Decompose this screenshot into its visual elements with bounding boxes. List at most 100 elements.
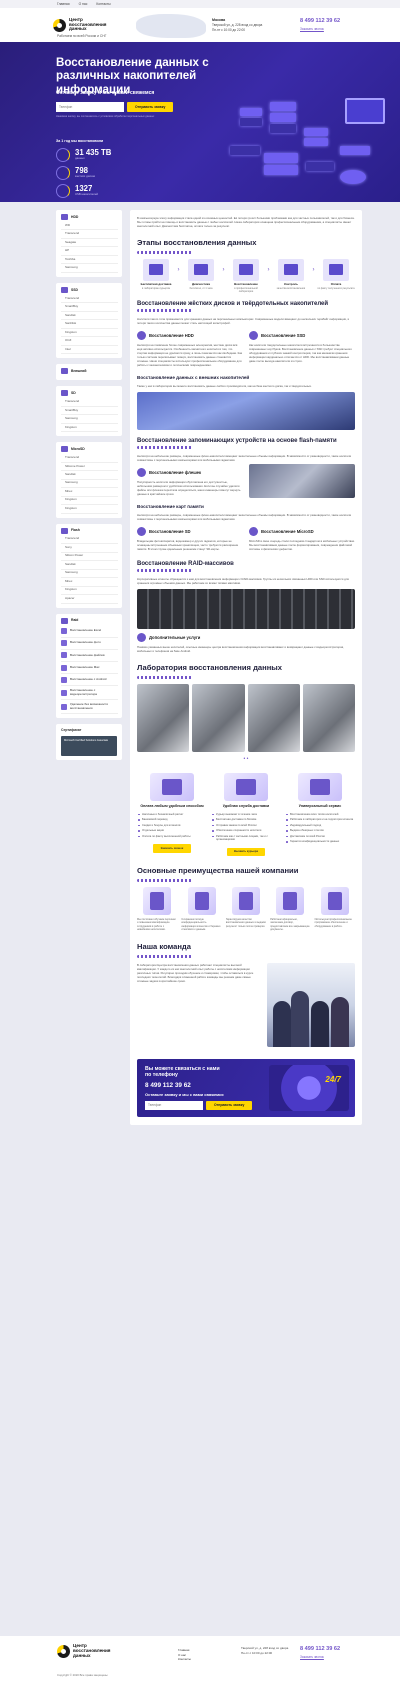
sidebar-item[interactable]: Silicon Power xyxy=(61,553,118,562)
sd-card-icon xyxy=(61,390,68,397)
sidebar-item[interactable]: Silicone Power xyxy=(61,463,118,472)
gallery-dots[interactable]: • • xyxy=(137,756,355,763)
sidebar-item[interactable]: HP xyxy=(61,247,118,256)
top-link-about[interactable]: О нас xyxy=(79,2,88,6)
sidebar-link[interactable]: Восстановление файлов xyxy=(61,650,118,663)
sidebar-item[interactable]: Apacer xyxy=(61,595,118,604)
arrow-right-icon: › xyxy=(267,267,270,273)
sidebar-head-label: SD xyxy=(71,391,76,396)
cta-submit-button[interactable]: Отправить заявку xyxy=(206,1100,253,1110)
cta-phone-input[interactable] xyxy=(145,1100,203,1110)
sidebar-item[interactable]: Kingston xyxy=(61,505,118,514)
sidebar-item[interactable]: Toshiba xyxy=(61,256,118,265)
hero-submit-button[interactable]: Отправить заявку xyxy=(127,102,174,112)
sidebar-head[interactable]: SD xyxy=(61,390,118,397)
sidebar-item[interactable]: Sandisk xyxy=(61,471,118,480)
callback-link[interactable]: Заказать звонок xyxy=(300,27,340,31)
sidebar-head[interactable]: Flash xyxy=(61,527,118,534)
arrow-right-icon: › xyxy=(222,267,225,273)
sidebar-item[interactable]: Sony xyxy=(61,544,118,553)
sidebar-link[interactable]: Восстановление с видеорегистратора xyxy=(61,686,118,701)
sidebar-item[interactable]: Samsung xyxy=(61,480,118,489)
footer-phone[interactable]: 8 499 112 39 62 xyxy=(300,1646,340,1653)
lab-photo[interactable] xyxy=(302,684,355,753)
sidebar-item[interactable]: Samsung xyxy=(61,264,118,273)
logo[interactable]: Центр восстановления данных xyxy=(53,16,114,32)
sidebar-link[interactable]: Восстановление Mac xyxy=(61,662,118,675)
sidebar-item[interactable]: Mirex xyxy=(61,578,118,587)
lab-photo[interactable] xyxy=(192,684,245,753)
step-desc: качества восстановления xyxy=(276,286,306,290)
sidebar-item[interactable]: Kingston xyxy=(61,424,118,433)
certificate-image[interactable]: Microsoft Certified Solutions Associate xyxy=(61,735,117,756)
sidebar-link[interactable]: Удаление без возможности восстановления xyxy=(61,700,118,715)
sidebar-item[interactable]: Samsung xyxy=(61,570,118,579)
card-title: Восстановление SSD xyxy=(261,332,306,338)
sidebar-item[interactable]: Kingston xyxy=(61,587,118,596)
sidebar-link-label: Восстановление фото xyxy=(70,640,101,645)
sidebar-item[interactable]: WD xyxy=(61,222,118,231)
cta-phone[interactable]: 8 499 112 39 62 xyxy=(145,1082,191,1090)
lab-photo[interactable] xyxy=(247,684,300,753)
sidebar-link[interactable]: Восстановление Excel xyxy=(61,626,118,638)
stat-usb: 1327 USB накопителей xyxy=(56,184,98,198)
sidebar-head[interactable]: Внешний xyxy=(61,368,118,375)
team: В лаборатории Центра восстановления данн… xyxy=(137,962,355,1047)
city: Москва xyxy=(212,18,226,22)
footer-link-contacts[interactable]: Контакты xyxy=(178,1657,191,1662)
sidebar-link[interactable]: Восстановление с Android xyxy=(61,674,118,687)
sidebar-item[interactable]: Kingston xyxy=(61,497,118,506)
sidebar-head[interactable]: HDD xyxy=(61,214,118,220)
sidebar-item[interactable]: SanDisk xyxy=(61,320,118,329)
footer-hours: Пн-пт с 10:00 до 22:00 xyxy=(241,1650,273,1655)
sidebar-item[interactable]: SmartBuy xyxy=(61,407,118,416)
sidebar-item[interactable]: Samsung xyxy=(61,415,118,424)
call-courier-button[interactable]: Вызвать курьера xyxy=(227,847,265,857)
card-title: Восстановление HDD xyxy=(149,332,194,338)
hero-phone-input[interactable] xyxy=(56,102,124,112)
logo-text: Центр восстановления данных xyxy=(69,16,107,32)
sidebar-link-label: Восстановление с Android xyxy=(70,676,107,681)
footer-link-home[interactable]: Главная xyxy=(178,1648,191,1653)
microsd-icon xyxy=(61,446,68,453)
lab-title: Лаборатория восстановления данных xyxy=(137,663,282,673)
top-link-home[interactable]: Главная xyxy=(57,2,70,6)
sidebar-item[interactable]: Seagate xyxy=(61,239,118,248)
stat-hdd: 798 жестких дисков xyxy=(56,166,95,180)
sidebar-head[interactable]: Raid xyxy=(61,617,118,624)
title-underline xyxy=(137,954,192,958)
flash-card: Восстановление флешек Популярность носит… xyxy=(137,464,243,498)
sidebar-head[interactable]: SSD xyxy=(61,286,118,293)
sidebar-item[interactable]: SmartBuy xyxy=(61,303,118,312)
file-icon xyxy=(61,652,67,659)
sidebar-item[interactable]: Mirex xyxy=(61,488,118,497)
shred-icon xyxy=(61,703,67,710)
sidebar-head-label: SSD xyxy=(71,287,78,292)
card-text: Популярность носителя информации обуслов… xyxy=(137,480,241,497)
advantage-text: Сохраняем полную конфиденциальность инфо… xyxy=(181,917,221,932)
sidebar-item[interactable]: Transcend xyxy=(61,398,118,407)
sidebar-item[interactable]: Transcend xyxy=(61,230,118,239)
order-call-button[interactable]: Заказать звонок xyxy=(153,844,191,853)
advantage: Гарантируем качество восстановления данн… xyxy=(226,886,266,932)
hdd-ssd-cards: Восстановление HDD Несмотря на появление… xyxy=(137,327,355,369)
sidebar-item[interactable]: Sandisk xyxy=(61,561,118,570)
top-link-contacts[interactable]: Контакты xyxy=(96,2,110,6)
sidebar-item[interactable]: Transcend xyxy=(61,454,118,463)
sidebar-item[interactable]: OCZ xyxy=(61,337,118,346)
header-phone[interactable]: 8 499 112 39 62 xyxy=(300,18,340,25)
house-icon xyxy=(298,772,342,801)
advantage-text: Работаем официально, заключаем договор, … xyxy=(270,917,310,932)
sidebar-item[interactable]: Sandisk xyxy=(61,312,118,321)
sidebar-item[interactable]: Kingston xyxy=(61,329,118,338)
sidebar-head[interactable]: MicroSD xyxy=(61,446,118,453)
footer-callback-link[interactable]: Заказать звонок xyxy=(300,1655,340,1659)
lab-photo[interactable] xyxy=(137,684,190,753)
sidebar-link[interactable]: Восстановление фото xyxy=(61,638,118,650)
services-icon xyxy=(137,633,146,643)
card-header: Восстановление флешек xyxy=(137,468,243,478)
sidebar-link-label: Восстановление Mac xyxy=(70,664,100,669)
sidebar-item[interactable]: Transcend xyxy=(61,295,118,304)
sidebar-item[interactable]: Intel xyxy=(61,346,118,355)
sidebar-item[interactable]: Transcend xyxy=(61,536,118,545)
